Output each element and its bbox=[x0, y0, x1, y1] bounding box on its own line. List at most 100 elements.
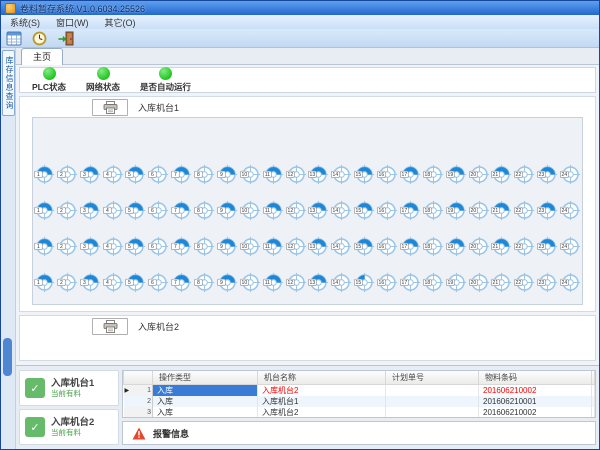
svg-text:19: 19 bbox=[447, 243, 453, 249]
slot-indicator: 12 bbox=[286, 164, 307, 185]
menu-window[interactable]: 窗口(W) bbox=[56, 16, 89, 29]
svg-text:8: 8 bbox=[197, 243, 200, 249]
svg-text:13: 13 bbox=[310, 207, 316, 213]
svg-text:3: 3 bbox=[83, 243, 86, 249]
slot-indicator: 10 bbox=[240, 164, 261, 185]
slot-indicator: 15 bbox=[354, 200, 375, 221]
slot-indicator: 1 bbox=[34, 164, 55, 185]
slot-indicator: 23 bbox=[537, 200, 558, 221]
machine1-card-title: 入库机台1 bbox=[51, 378, 94, 389]
table-cell[interactable]: 201606210001 bbox=[479, 396, 592, 407]
svg-text:8: 8 bbox=[197, 207, 200, 213]
svg-text:23: 23 bbox=[539, 171, 545, 177]
table-cell[interactable] bbox=[386, 396, 479, 407]
slot-indicator: 14 bbox=[331, 164, 352, 185]
print-button[interactable] bbox=[92, 318, 128, 335]
table-cell[interactable]: 入库 bbox=[153, 385, 258, 397]
svg-text:16: 16 bbox=[379, 279, 385, 285]
row-selector[interactable]: 2 bbox=[124, 396, 153, 407]
row-selector[interactable]: ▶1 bbox=[124, 385, 153, 397]
svg-text:20: 20 bbox=[470, 243, 476, 249]
svg-text:12: 12 bbox=[287, 279, 293, 285]
menu-other[interactable]: 其它(O) bbox=[105, 16, 136, 29]
slot-indicator: 13 bbox=[308, 272, 329, 293]
slot-indicator: 5 bbox=[125, 164, 146, 185]
column-header[interactable]: 源位置 bbox=[592, 371, 595, 385]
plc-status-label: PLC状态 bbox=[32, 81, 66, 93]
plc-status-light bbox=[43, 67, 56, 80]
svg-text:12: 12 bbox=[287, 243, 293, 249]
svg-text:11: 11 bbox=[264, 279, 269, 285]
table-cell[interactable]: 入库机台2 bbox=[258, 385, 386, 397]
table-cell[interactable]: 入库机台1 bbox=[258, 396, 386, 407]
task-table-area: 操作类型机台名称计划单号物料条码源位置 ▶1入库入库机台2 201606210002… bbox=[122, 370, 596, 445]
slot-indicator: 2 bbox=[57, 200, 78, 221]
svg-text:2: 2 bbox=[60, 279, 63, 285]
slot-indicator: 16 bbox=[377, 236, 398, 257]
clock-icon[interactable] bbox=[30, 30, 49, 46]
svg-text:5: 5 bbox=[128, 279, 131, 285]
column-header[interactable]: 计划单号 bbox=[386, 371, 479, 385]
table-cell[interactable] bbox=[592, 385, 595, 397]
table-cell[interactable]: 入库 bbox=[153, 396, 258, 407]
machine-status-cards: ✓ 入库机台1 当前有料 ✓ 入库机台2 当前有料 bbox=[19, 370, 119, 445]
slot-indicator: 4 bbox=[103, 164, 124, 185]
slot-indicator: 9 bbox=[217, 200, 238, 221]
slot-indicator: 24 bbox=[560, 236, 581, 257]
titlebar: 卷料暂存系统 V1.0.6034.25526 bbox=[1, 1, 599, 15]
svg-text:15: 15 bbox=[356, 243, 362, 249]
slot-indicator: 19 bbox=[446, 200, 467, 221]
svg-text:15: 15 bbox=[356, 207, 362, 213]
column-header[interactable]: 操作类型 bbox=[153, 371, 258, 385]
menu-system[interactable]: 系统(S) bbox=[10, 16, 40, 29]
column-header[interactable]: 物料条码 bbox=[479, 371, 592, 385]
slot-indicator: 6 bbox=[148, 272, 169, 293]
svg-text:7: 7 bbox=[174, 171, 177, 177]
vertical-scrollbar-thumb[interactable] bbox=[3, 338, 12, 376]
task-table: 操作类型机台名称计划单号物料条码源位置 ▶1入库入库机台2 201606210002… bbox=[123, 371, 595, 418]
slot-indicator: 22 bbox=[514, 236, 535, 257]
slot-indicator: 20 bbox=[469, 272, 490, 293]
slot-indicator: 23 bbox=[537, 164, 558, 185]
table-cell[interactable]: 201606210002 bbox=[479, 385, 592, 397]
svg-text:17: 17 bbox=[401, 207, 407, 213]
table-cell[interactable] bbox=[592, 407, 595, 418]
machine1-section-header: 入库机台1 bbox=[20, 97, 595, 117]
svg-text:12: 12 bbox=[287, 207, 293, 213]
svg-text:7: 7 bbox=[174, 243, 177, 249]
svg-text:20: 20 bbox=[470, 279, 476, 285]
side-panel-tab[interactable]: 库存信息查询 bbox=[2, 50, 15, 116]
row-selector[interactable]: 3 bbox=[124, 407, 153, 418]
table-cell[interactable]: 入库机台2 bbox=[258, 407, 386, 418]
slot-indicator: 13 bbox=[308, 236, 329, 257]
tab-home[interactable]: 主页 bbox=[21, 48, 63, 65]
slot-indicator: 21 bbox=[491, 272, 512, 293]
svg-text:22: 22 bbox=[516, 279, 522, 285]
svg-text:23: 23 bbox=[539, 243, 545, 249]
status-panel: PLC状态 网络状态 是否自动运行 bbox=[19, 67, 596, 93]
svg-text:9: 9 bbox=[220, 279, 223, 285]
slot-indicator: 7 bbox=[171, 272, 192, 293]
slot-indicator: 17 bbox=[400, 200, 421, 221]
slot-indicator: 7 bbox=[171, 164, 192, 185]
print-button[interactable] bbox=[92, 99, 128, 116]
svg-text:6: 6 bbox=[151, 207, 154, 213]
exit-icon[interactable] bbox=[56, 30, 75, 46]
table-cell[interactable] bbox=[386, 407, 479, 418]
table-cell[interactable]: 201606210002 bbox=[479, 407, 592, 418]
svg-text:13: 13 bbox=[310, 279, 316, 285]
slot-indicator: 9 bbox=[217, 272, 238, 293]
column-header[interactable]: 机台名称 bbox=[258, 371, 386, 385]
svg-text:21: 21 bbox=[493, 279, 499, 285]
alarm-label: 报警信息 bbox=[153, 427, 189, 440]
schedule-icon[interactable] bbox=[4, 30, 23, 46]
table-cell[interactable]: 入库 bbox=[153, 407, 258, 418]
slot-indicator: 11 bbox=[263, 200, 284, 221]
slot-indicator: 22 bbox=[514, 164, 535, 185]
slot-indicator: 17 bbox=[400, 272, 421, 293]
table-cell[interactable] bbox=[386, 385, 479, 397]
slot-indicator: 3 bbox=[80, 236, 101, 257]
table-cell[interactable] bbox=[592, 396, 595, 407]
slot-indicator: 10 bbox=[240, 200, 261, 221]
main-content: PLC状态 网络状态 是否自动运行 bbox=[16, 65, 599, 365]
